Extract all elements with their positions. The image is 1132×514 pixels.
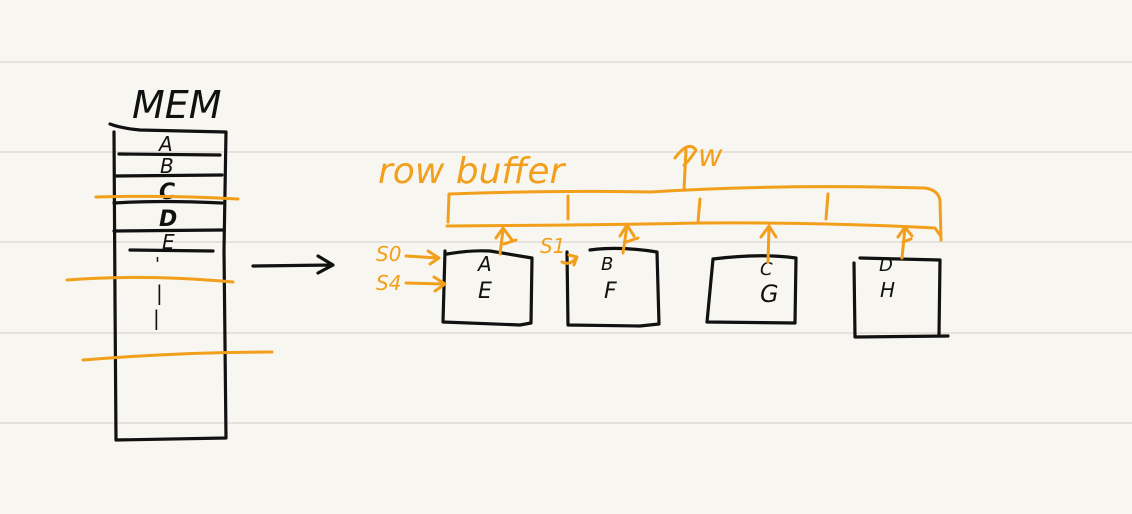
- bank-1-bottom: E: [478, 279, 492, 304]
- bank-3-bottom: G: [760, 280, 779, 308]
- arrow-right-icon: [404, 249, 441, 266]
- highlight-line-2: [65, 275, 235, 284]
- memory-cell-c: C: [159, 180, 175, 205]
- bank-1-top: A: [476, 252, 492, 276]
- memory-continuation-1: ': [155, 254, 160, 275]
- bank-4-top: D: [879, 255, 893, 276]
- row-buffer-label: row buffer: [378, 151, 567, 192]
- bank-2: B F: [565, 246, 661, 328]
- row-buffer: row buffer w: [378, 139, 943, 242]
- memory-column: MEM A B C D E ' | |: [65, 83, 274, 442]
- memory-cell-b: B: [160, 154, 174, 178]
- memory-title: MEM: [132, 83, 222, 127]
- bank-4: D H: [852, 255, 950, 339]
- width-label: w: [698, 139, 723, 174]
- pointer-s1: S1: [540, 234, 565, 258]
- notebook-page: MEM A B C D E ' | | row buffer w A E B F…: [0, 61, 1132, 442]
- memory-continuation-3: |: [153, 306, 160, 330]
- arrow-right-icon: [251, 254, 335, 275]
- pointers: S0 S4 S1: [376, 234, 579, 295]
- memory-cell-e: E: [162, 230, 175, 254]
- memory-cell-d: D: [159, 207, 177, 232]
- bank-2-bottom: F: [604, 279, 617, 304]
- memory-continuation-2: |: [156, 281, 163, 305]
- highlight-line-3: [81, 350, 274, 362]
- bank-2-top: B: [601, 254, 613, 275]
- memory-cell-a: A: [157, 132, 173, 156]
- pointer-s4: S4: [376, 271, 401, 295]
- pointer-s0: S0: [376, 242, 401, 266]
- bank-1: A E: [441, 249, 534, 327]
- width-arrow-icon: [673, 144, 698, 192]
- arrow-up-icon: [494, 226, 518, 256]
- bank-3: C G: [705, 254, 798, 325]
- arrow-right-icon: [404, 275, 447, 293]
- bank-3-top: C: [760, 259, 773, 280]
- bank-4-bottom: H: [880, 278, 895, 302]
